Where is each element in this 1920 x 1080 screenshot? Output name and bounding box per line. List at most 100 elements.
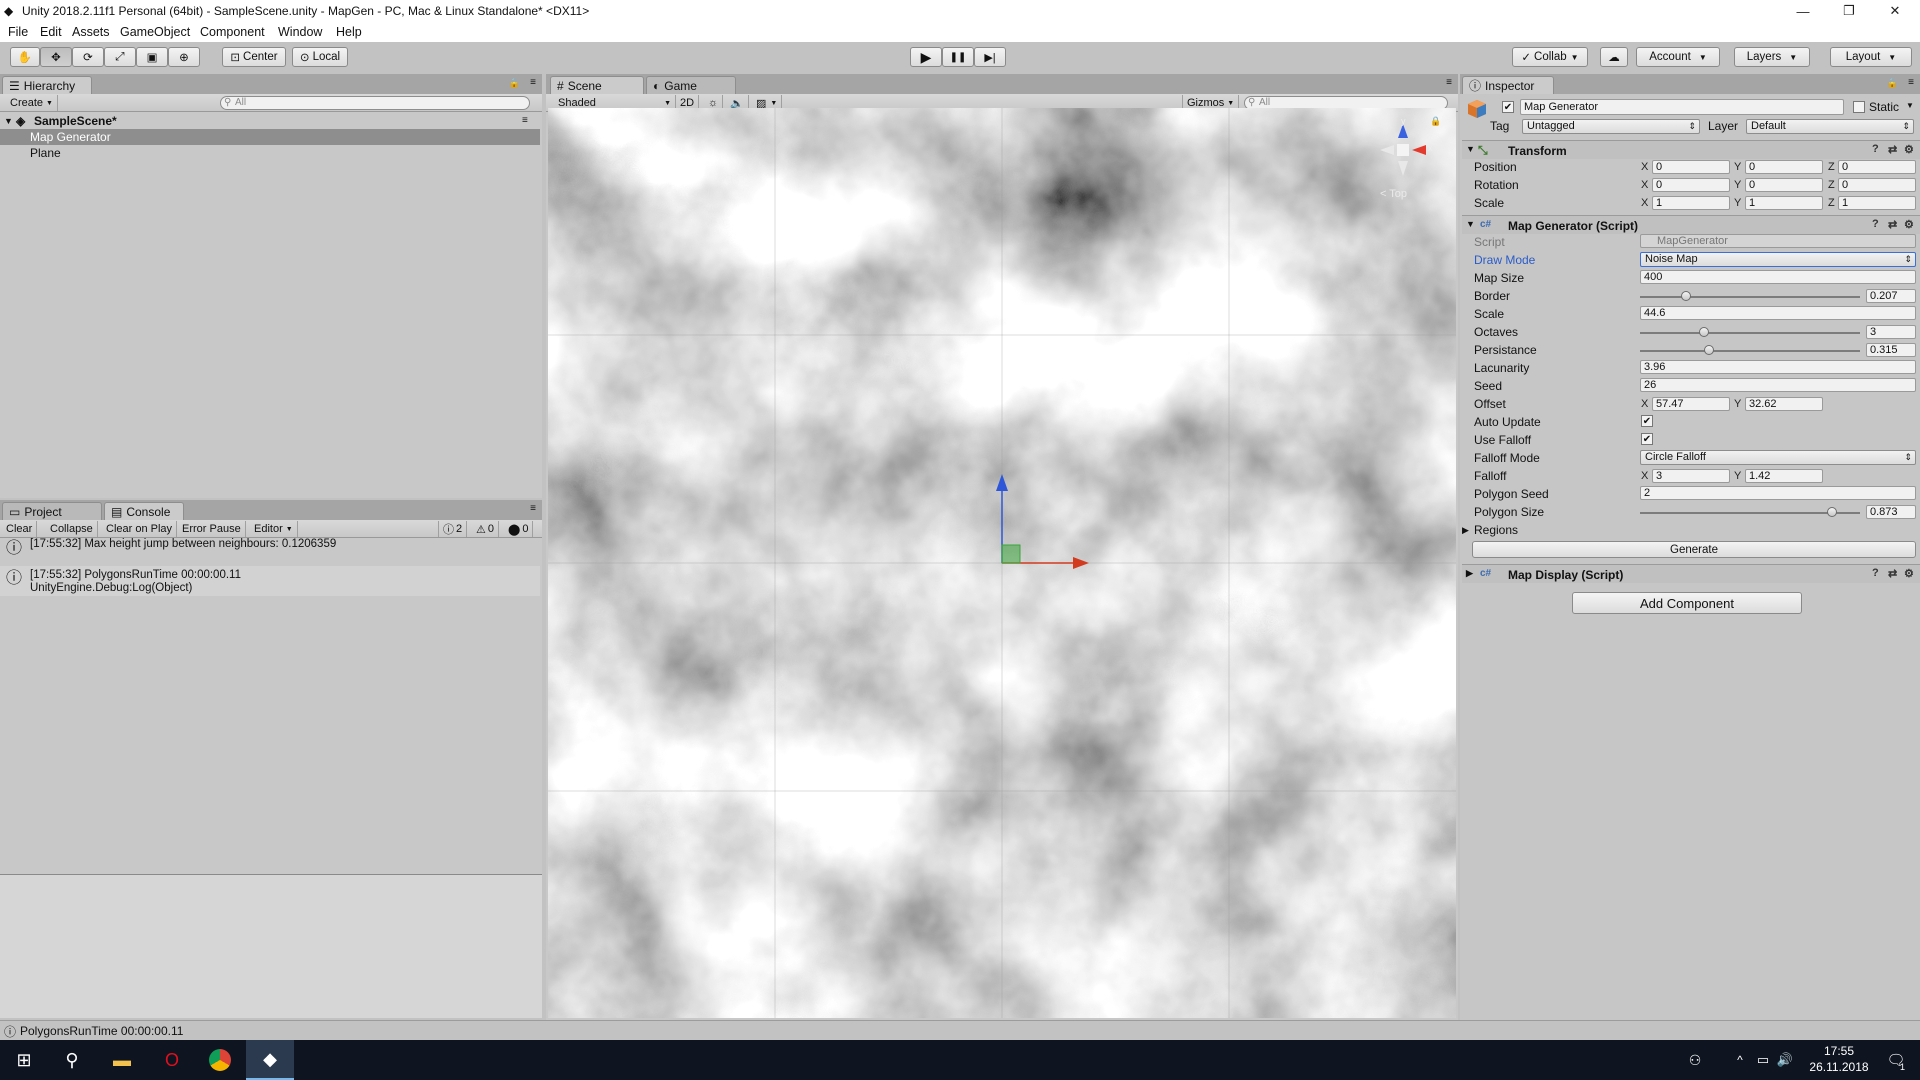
pivot-center-button[interactable]: ⊡ Center	[222, 47, 286, 67]
console-info-toggle[interactable]: ⓘ 2	[438, 521, 468, 537]
hand-tool-button[interactable]: ✋	[10, 47, 40, 67]
menu-window[interactable]: Window	[278, 25, 322, 39]
add-component-button[interactable]: Add Component	[1572, 592, 1802, 614]
layer-dropdown[interactable]: Default	[1746, 119, 1914, 134]
menu-assets[interactable]: Assets	[72, 25, 110, 39]
gear-icon[interactable]: ⚙	[1904, 143, 1916, 156]
tab-inspector[interactable]: ⓘ Inspector	[1462, 76, 1554, 94]
gameobject-active-checkbox[interactable]: ✔	[1502, 101, 1514, 113]
menu-file[interactable]: File	[8, 25, 28, 39]
octaves-field[interactable]: 3	[1866, 325, 1916, 339]
scale-tool-button[interactable]: ⤢	[104, 47, 136, 67]
rotation-x-field[interactable]: 0	[1652, 178, 1730, 192]
hierarchy-item-plane[interactable]: Plane	[0, 145, 540, 161]
maximize-button[interactable]: ❐	[1826, 0, 1872, 22]
orientation-gizmo[interactable]: y x < Top 🔒	[1368, 116, 1441, 206]
triangle-down-icon[interactable]: ▼	[1466, 144, 1475, 154]
falloff-y-field[interactable]: 1.42	[1745, 469, 1823, 483]
tab-game[interactable]: ◐ Game	[646, 76, 736, 94]
border-slider-thumb[interactable]	[1680, 291, 1691, 301]
move-tool-button[interactable]: ✥	[40, 47, 72, 67]
seed-field[interactable]: 26	[1640, 378, 1916, 392]
step-button[interactable]: ▶|	[974, 47, 1006, 67]
console-error-pause-button[interactable]: Error Pause	[178, 521, 246, 537]
gameobject-name-field[interactable]: Map Generator	[1520, 99, 1844, 115]
taskbar-chrome[interactable]	[196, 1040, 244, 1080]
pause-button[interactable]: ❚❚	[942, 47, 974, 67]
falloff-x-field[interactable]: 3	[1652, 469, 1730, 483]
border-slider-track[interactable]	[1640, 296, 1860, 298]
clock[interactable]: 17:55 26.11.2018	[1808, 1044, 1870, 1074]
volume-icon[interactable]: 🔊	[1774, 1040, 1796, 1080]
persistance-slider-track[interactable]	[1640, 350, 1860, 352]
menu-component[interactable]: Component	[200, 25, 265, 39]
tab-hierarchy[interactable]: ☰ Hierarchy	[2, 76, 92, 94]
panel-menu-icon[interactable]: ≡	[530, 503, 536, 514]
octaves-slider-thumb[interactable]	[1698, 327, 1709, 337]
people-icon[interactable]: ⚇	[1680, 1040, 1710, 1080]
scene-menu-icon[interactable]: ≡	[522, 113, 528, 129]
console-clear-button[interactable]: Clear	[2, 521, 38, 537]
scale-x-field[interactable]: 1	[1652, 196, 1730, 210]
map-display-header[interactable]: ▶ c# Map Display (Script) ? ⇄ ⚙	[1462, 564, 1920, 583]
tab-console[interactable]: ▤ Console	[104, 502, 184, 520]
triangle-right-icon[interactable]: ▶	[1466, 568, 1473, 579]
position-x-field[interactable]: 0	[1652, 160, 1730, 174]
console-clear-on-play-button[interactable]: Clear on Play	[102, 521, 178, 537]
lock-icon[interactable]: 🔒	[1887, 78, 1898, 89]
network-icon[interactable]: ▭	[1752, 1040, 1774, 1080]
console-error-toggle[interactable]: ⬤ 0	[504, 521, 534, 537]
triangle-down-icon[interactable]: ▼	[4, 113, 13, 129]
transform-tool-button[interactable]: ⊕	[168, 47, 200, 67]
layers-dropdown[interactable]: Layers ▼	[1734, 47, 1810, 67]
menu-gameobject[interactable]: GameObject	[120, 25, 190, 39]
play-button[interactable]: ▶	[910, 47, 942, 67]
offset-y-field[interactable]: 32.62	[1745, 397, 1823, 411]
account-button[interactable]: Account ▼	[1636, 47, 1720, 67]
console-collapse-button[interactable]: Collapse	[46, 521, 98, 537]
lacunarity-field[interactable]: 3.96	[1640, 360, 1916, 374]
falloff-mode-dropdown[interactable]: Circle Falloff	[1640, 450, 1916, 465]
pivot-local-button[interactable]: ⊙ Local	[292, 47, 348, 67]
preset-icon[interactable]: ⇄	[1888, 218, 1900, 231]
chevron-up-icon[interactable]: ^	[1730, 1040, 1750, 1080]
rotation-y-field[interactable]: 0	[1745, 178, 1823, 192]
offset-x-field[interactable]: 57.47	[1652, 397, 1730, 411]
status-bar-text[interactable]: PolygonsRunTime 00:00:00.11	[20, 1024, 183, 1038]
noise-scale-field[interactable]: 44.6	[1640, 306, 1916, 320]
console-warn-toggle[interactable]: ⚠ 0	[472, 521, 499, 537]
panel-menu-icon[interactable]: ≡	[530, 77, 536, 88]
help-icon[interactable]: ?	[1872, 567, 1884, 579]
map-size-field[interactable]: 400	[1640, 270, 1916, 284]
taskbar-opera[interactable]: O	[148, 1040, 196, 1080]
rect-tool-button[interactable]: ▣	[136, 47, 168, 67]
help-icon[interactable]: ?	[1872, 143, 1884, 155]
close-button[interactable]: ✕	[1872, 0, 1918, 22]
start-button[interactable]: ⊞	[0, 1040, 48, 1080]
menu-help[interactable]: Help	[336, 25, 362, 39]
static-dropdown-icon[interactable]: ▼	[1906, 101, 1914, 110]
tab-scene[interactable]: # Scene	[550, 76, 644, 94]
polygon-seed-field[interactable]: 2	[1640, 486, 1916, 500]
preset-icon[interactable]: ⇄	[1888, 567, 1900, 580]
rotation-z-field[interactable]: 0	[1838, 178, 1916, 192]
lock-icon[interactable]: 🔒	[1430, 116, 1441, 127]
search-button[interactable]: ⚲	[48, 1040, 96, 1080]
action-center-button[interactable]: 🗨 1	[1872, 1040, 1920, 1080]
cloud-button[interactable]: ☁	[1600, 47, 1628, 67]
auto-update-checkbox[interactable]: ✔	[1641, 415, 1653, 427]
generate-button[interactable]: Generate	[1472, 541, 1916, 558]
collab-button[interactable]: ✓ Collab ▼	[1512, 47, 1588, 67]
panel-menu-icon[interactable]: ≡	[1446, 77, 1452, 88]
position-z-field[interactable]: 0	[1838, 160, 1916, 174]
gear-icon[interactable]: ⚙	[1904, 567, 1916, 580]
taskbar-unity[interactable]: ◆	[246, 1040, 294, 1080]
polygon-size-slider-thumb[interactable]	[1827, 507, 1838, 517]
tab-project[interactable]: ▭ Project	[2, 502, 102, 520]
triangle-down-icon[interactable]: ▼	[1466, 219, 1475, 229]
panel-menu-icon[interactable]: ≡	[1908, 77, 1914, 88]
draw-mode-dropdown[interactable]: Noise Map	[1640, 252, 1916, 267]
tag-dropdown[interactable]: Untagged	[1522, 119, 1700, 134]
hierarchy-search-input[interactable]: ⚲ All	[220, 96, 530, 110]
menu-edit[interactable]: Edit	[40, 25, 62, 39]
